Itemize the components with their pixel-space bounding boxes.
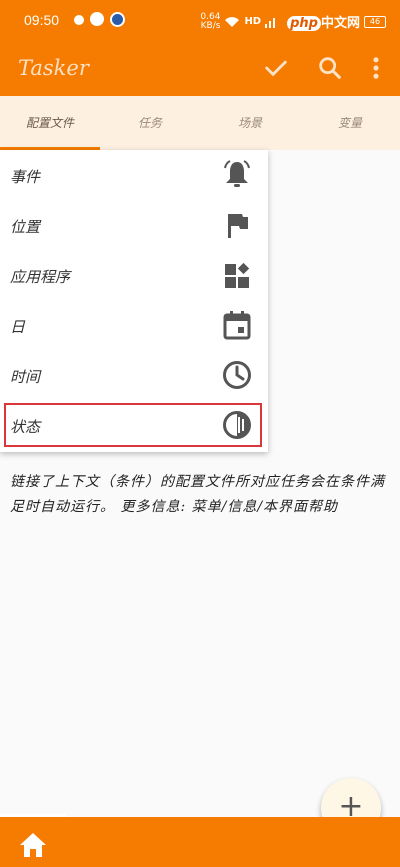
- bell-icon: [224, 160, 250, 187]
- home-icon[interactable]: [18, 831, 48, 859]
- watermark: php 中文网: [287, 12, 360, 31]
- wifi-icon: [225, 16, 240, 27]
- network-type: HD: [244, 16, 262, 27]
- menu-item-event[interactable]: 事件: [0, 150, 268, 200]
- menu-item-label: 位置: [10, 218, 41, 236]
- check-icon[interactable]: [262, 54, 290, 82]
- clock-icon: [223, 361, 251, 389]
- status-indicators: 0.64 KB/s HD php 中文网 46: [200, 12, 386, 31]
- menu-item-label: 日: [10, 318, 26, 336]
- tab-scenes[interactable]: 场景: [200, 96, 300, 150]
- menu-item-application[interactable]: 应用程序: [0, 250, 268, 300]
- explanation-text: 链接了上下文（条件）的配置文件所对应任务会在条件满足时自动运行。 更多信息: 菜…: [10, 474, 385, 515]
- calendar-icon: [223, 311, 251, 340]
- signal-icon: [265, 17, 276, 28]
- battery-icon: 46: [364, 15, 386, 28]
- flag-icon: [228, 214, 248, 238]
- tab-tasks[interactable]: 任务: [100, 96, 200, 150]
- menu-item-label: 应用程序: [10, 268, 71, 286]
- context-type-menu: 事件 位置 应用程序 日 时间 状态: [0, 150, 268, 452]
- menu-item-day[interactable]: 日: [0, 300, 268, 350]
- tab-bar: 配置文件 任务 场景 变量: [0, 96, 400, 150]
- search-icon[interactable]: [316, 54, 344, 82]
- apps-icon: [225, 262, 250, 288]
- app-bar: Tasker: [0, 40, 400, 96]
- menu-item-location[interactable]: 位置: [0, 200, 268, 250]
- menu-item-label: 时间: [10, 368, 41, 386]
- highlight-box: [4, 403, 262, 447]
- menu-item-label: 事件: [10, 168, 41, 186]
- app-title: Tasker: [18, 56, 89, 80]
- tab-profiles[interactable]: 配置文件: [0, 96, 100, 150]
- status-bar: 09:50 0.64 KB/s HD php 中文网 46: [0, 0, 400, 40]
- more-vert-icon[interactable]: [362, 54, 390, 82]
- status-time: 09:50: [24, 12, 60, 28]
- notification-dot-icon: [74, 15, 84, 25]
- tab-variables[interactable]: 变量: [300, 96, 400, 150]
- notification-baidu-icon: [110, 12, 125, 27]
- network-speed: 0.64 KB/s: [200, 11, 221, 31]
- menu-item-time[interactable]: 时间: [0, 350, 268, 400]
- bottom-bar: [0, 817, 400, 867]
- notification-app-icon: [90, 12, 104, 26]
